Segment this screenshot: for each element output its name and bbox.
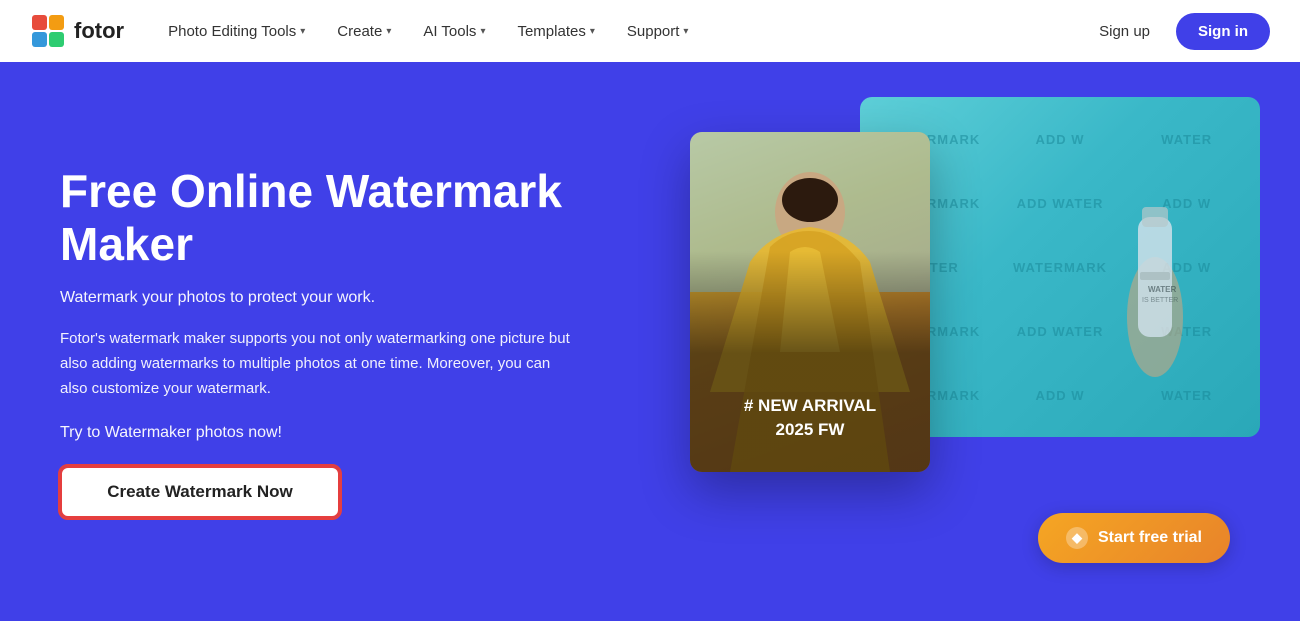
- logo[interactable]: fotor: [30, 13, 124, 49]
- start-free-trial-button[interactable]: ◆ Start free trial: [1038, 513, 1230, 563]
- nav-item-create[interactable]: Create ▾: [323, 15, 405, 48]
- card-label: # NEW ARRIVAL 2025 FW: [690, 394, 930, 442]
- fotor-logo-icon: [30, 13, 66, 49]
- chevron-down-icon: ▾: [683, 26, 688, 37]
- navbar: fotor Photo Editing Tools ▾ Create ▾ AI …: [0, 0, 1300, 62]
- hero-description: Fotor's watermark maker supports you not…: [60, 327, 580, 401]
- signup-button[interactable]: Sign up: [1085, 15, 1164, 48]
- logo-text: fotor: [74, 18, 124, 44]
- nav-item-templates[interactable]: Templates ▾: [503, 15, 608, 48]
- nav-item-ai-tools[interactable]: AI Tools ▾: [409, 15, 499, 48]
- nav-item-photo-editing[interactable]: Photo Editing Tools ▾: [154, 15, 319, 48]
- hero-section: Free Online Watermark Maker Watermark yo…: [0, 62, 1300, 621]
- svg-text:IS BETTER: IS BETTER: [1142, 297, 1178, 304]
- nav-auth: Sign up Sign in: [1085, 13, 1270, 50]
- bottle-illustration: WATER IS BETTER: [1060, 117, 1250, 407]
- nav-item-support[interactable]: Support ▾: [613, 15, 703, 48]
- hero-right-visual: WATERMARK ADD W WATER WATERMARK ADD WATE…: [640, 102, 1240, 581]
- watermark-front-card: # NEW ARRIVAL 2025 FW: [690, 132, 930, 472]
- svg-text:WATER: WATER: [1148, 285, 1177, 294]
- signin-button[interactable]: Sign in: [1176, 13, 1270, 50]
- nav-links: Photo Editing Tools ▾ Create ▾ AI Tools …: [154, 15, 1085, 48]
- chevron-down-icon: ▾: [300, 26, 305, 37]
- hero-cta-text: Try to Watermaker photos now!: [60, 424, 640, 442]
- diamond-icon: ◆: [1066, 527, 1088, 549]
- hero-title: Free Online Watermark Maker: [60, 165, 640, 271]
- hero-left-content: Free Online Watermark Maker Watermark yo…: [60, 102, 640, 581]
- chevron-down-icon: ▾: [386, 26, 391, 37]
- chevron-down-icon: ▾: [590, 26, 595, 37]
- hero-subtitle: Watermark your photos to protect your wo…: [60, 289, 640, 307]
- chevron-down-icon: ▾: [480, 26, 485, 37]
- create-watermark-button[interactable]: Create Watermark Now: [60, 466, 340, 518]
